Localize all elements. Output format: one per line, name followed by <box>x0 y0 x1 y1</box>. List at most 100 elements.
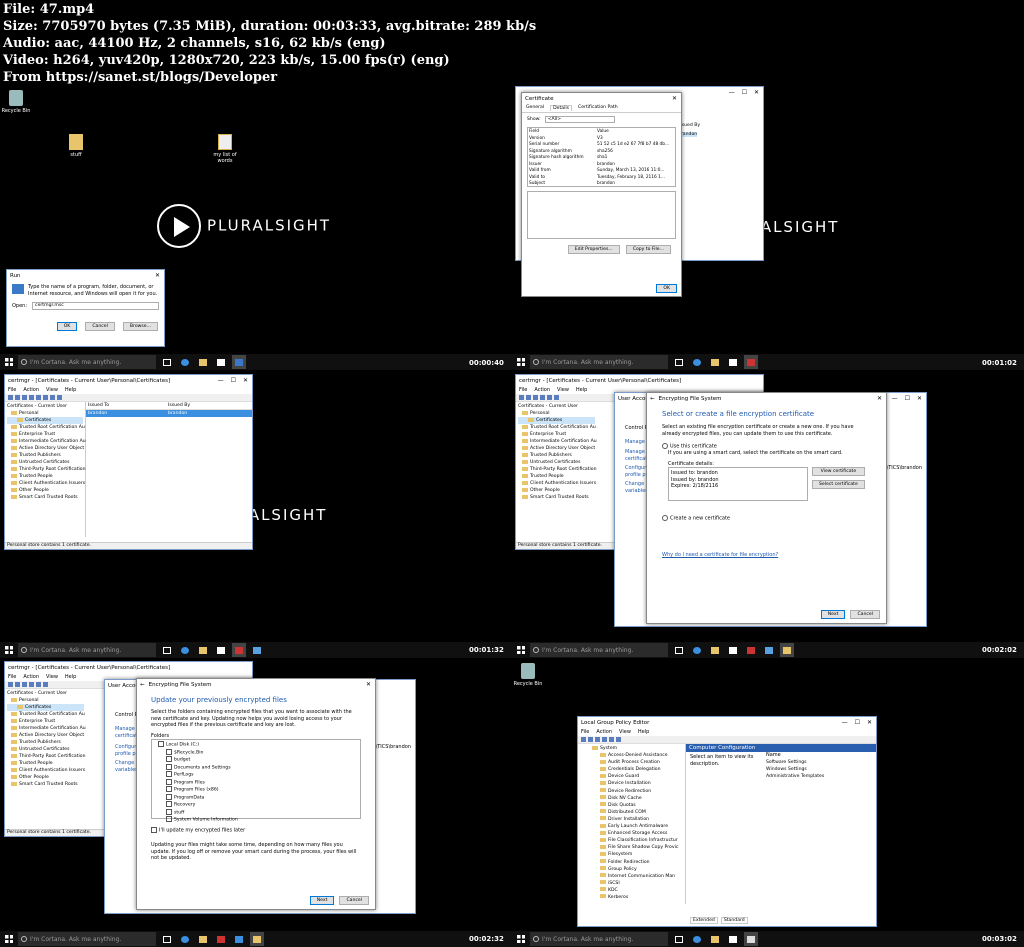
browse-button[interactable]: Browse... <box>122 322 158 331</box>
task-view-icon[interactable] <box>160 355 174 369</box>
start-button[interactable] <box>0 642 18 658</box>
cortana-search[interactable]: I'm Cortana. Ask me anything. <box>18 355 156 369</box>
stuff-desktop-icon[interactable]: stuff <box>61 134 91 158</box>
menu-help[interactable]: Help <box>65 387 76 393</box>
use-certificate-radio[interactable]: Use this certificate <box>662 443 871 450</box>
explorer-icon[interactable] <box>196 355 210 369</box>
cancel-button[interactable]: Cancel <box>339 896 369 905</box>
create-certificate-radio[interactable]: Create a new certificate <box>662 515 871 522</box>
start-button[interactable] <box>512 642 530 658</box>
select-certificate-button[interactable]: Select certificate <box>812 480 865 489</box>
col-issued-by[interactable]: Issued By <box>168 403 190 408</box>
policy-tree[interactable]: System Access-Denied Assistance Audit Pr… <box>578 744 686 904</box>
list-item[interactable]: Software Settings <box>766 759 876 766</box>
table-row[interactable]: Subject brandon <box>529 181 674 188</box>
ok-button[interactable]: OK <box>656 284 677 293</box>
explorer-icon[interactable] <box>196 932 210 946</box>
task-view-icon[interactable] <box>672 932 686 946</box>
store-icon[interactable] <box>726 355 740 369</box>
run-taskbar-icon[interactable] <box>232 355 246 369</box>
close-icon[interactable]: ✕ <box>155 272 160 279</box>
tab-certification-path[interactable]: Certification Path <box>578 105 618 111</box>
minimize-icon[interactable]: — <box>842 719 848 726</box>
tab-general[interactable]: General <box>526 105 544 111</box>
store-tree[interactable]: Certificates - Current User Personal Cer… <box>516 402 597 502</box>
menu-file[interactable]: File <box>581 729 589 735</box>
list-desktop-icon[interactable]: my list of words <box>210 134 240 164</box>
explorer-icon[interactable] <box>708 643 722 657</box>
edge-icon[interactable] <box>178 643 192 657</box>
next-button[interactable]: Next <box>309 896 335 905</box>
start-button[interactable] <box>0 354 18 370</box>
col-issued-to[interactable]: Issued To <box>88 403 168 408</box>
close-icon[interactable]: ✕ <box>877 395 882 402</box>
close-icon[interactable]: ✕ <box>243 377 248 384</box>
store-icon[interactable] <box>214 643 228 657</box>
edge-icon[interactable] <box>178 355 192 369</box>
close-icon[interactable]: ✕ <box>867 719 872 726</box>
edge-icon[interactable] <box>178 932 192 946</box>
cortana-search[interactable]: I'm Cortana. Ask me anything. <box>18 643 156 657</box>
ok-button[interactable]: OK <box>56 322 78 331</box>
start-button[interactable] <box>512 354 530 370</box>
tab-standard[interactable]: Standard <box>720 917 748 924</box>
tab-details[interactable]: Details <box>550 105 573 111</box>
why-certificate-link[interactable]: Why do I need a certificate for file enc… <box>662 552 871 558</box>
next-button[interactable]: Next <box>820 610 846 619</box>
task-view-icon[interactable] <box>160 643 174 657</box>
value-box[interactable] <box>527 191 676 239</box>
start-button[interactable] <box>0 931 18 947</box>
maximize-icon[interactable]: ☐ <box>855 719 860 726</box>
efs-taskbar-icon[interactable] <box>780 643 794 657</box>
certmgr-taskbar-icon[interactable] <box>744 355 758 369</box>
cortana-search[interactable]: I'm Cortana. Ask me anything. <box>530 643 668 657</box>
certmgr-taskbar-icon[interactable] <box>214 932 228 946</box>
update-later-checkbox[interactable]: I'll update my encrypted files later <box>151 827 361 834</box>
back-icon[interactable]: ← <box>650 396 655 402</box>
maximize-icon[interactable]: ☐ <box>231 377 236 384</box>
edge-icon[interactable] <box>690 643 704 657</box>
certmgr-taskbar-icon[interactable] <box>744 643 758 657</box>
cancel-button[interactable]: Cancel <box>850 610 880 619</box>
task-view-icon[interactable] <box>672 643 686 657</box>
store-tree[interactable]: Certificates - Current User Personal Cer… <box>5 402 86 537</box>
copy-to-file-button[interactable]: Copy to File... <box>625 245 671 254</box>
certmgr-taskbar-icon[interactable] <box>232 643 246 657</box>
user-accounts-taskbar-icon[interactable] <box>762 643 776 657</box>
menu-help[interactable]: Help <box>638 729 649 735</box>
close-icon[interactable]: ✕ <box>672 95 677 102</box>
edge-icon[interactable] <box>690 932 704 946</box>
menu-file[interactable]: File <box>8 387 16 393</box>
cancel-button[interactable]: Cancel <box>85 322 115 331</box>
recycle-bin-desktop-icon[interactable]: Recycle Bin <box>1 90 31 114</box>
edge-icon[interactable] <box>690 355 704 369</box>
list-item[interactable]: Administrative Templates <box>766 773 876 780</box>
cortana-search[interactable]: I'm Cortana. Ask me anything. <box>18 932 156 946</box>
start-button[interactable] <box>512 931 530 947</box>
back-icon[interactable]: ← <box>140 682 145 688</box>
gpedit-taskbar-icon[interactable] <box>744 932 758 946</box>
mail-icon[interactable] <box>232 932 246 946</box>
explorer-icon[interactable] <box>196 643 210 657</box>
store-icon[interactable] <box>726 932 740 946</box>
open-input[interactable]: certmgr.msc <box>32 302 159 310</box>
explorer-icon[interactable] <box>708 932 722 946</box>
edit-properties-button[interactable]: Edit Properties... <box>567 245 620 254</box>
menu-view[interactable]: View <box>619 729 631 735</box>
menu-action[interactable]: Action <box>596 729 612 735</box>
menu-view[interactable]: View <box>46 387 58 393</box>
minimize-icon[interactable]: — <box>218 377 224 384</box>
task-view-icon[interactable] <box>160 932 174 946</box>
user-accounts-taskbar-icon[interactable] <box>250 643 264 657</box>
field-list[interactable]: Field Value Version V3 Serial number 51 52 … <box>527 127 676 187</box>
menu-action[interactable]: Action <box>23 387 39 393</box>
view-certificate-button[interactable]: View certificate <box>812 467 865 476</box>
store-icon[interactable] <box>726 643 740 657</box>
folder-tree[interactable]: Local Disk (C:) $Recycle.Bin budget Docu… <box>151 739 361 823</box>
task-view-icon[interactable] <box>672 355 686 369</box>
cortana-search[interactable]: I'm Cortana. Ask me anything. <box>530 355 668 369</box>
close-icon[interactable]: ✕ <box>366 681 371 688</box>
tab-extended[interactable]: Extended <box>690 917 718 924</box>
explorer-icon[interactable] <box>708 355 722 369</box>
cortana-search[interactable]: I'm Cortana. Ask me anything. <box>530 932 668 946</box>
